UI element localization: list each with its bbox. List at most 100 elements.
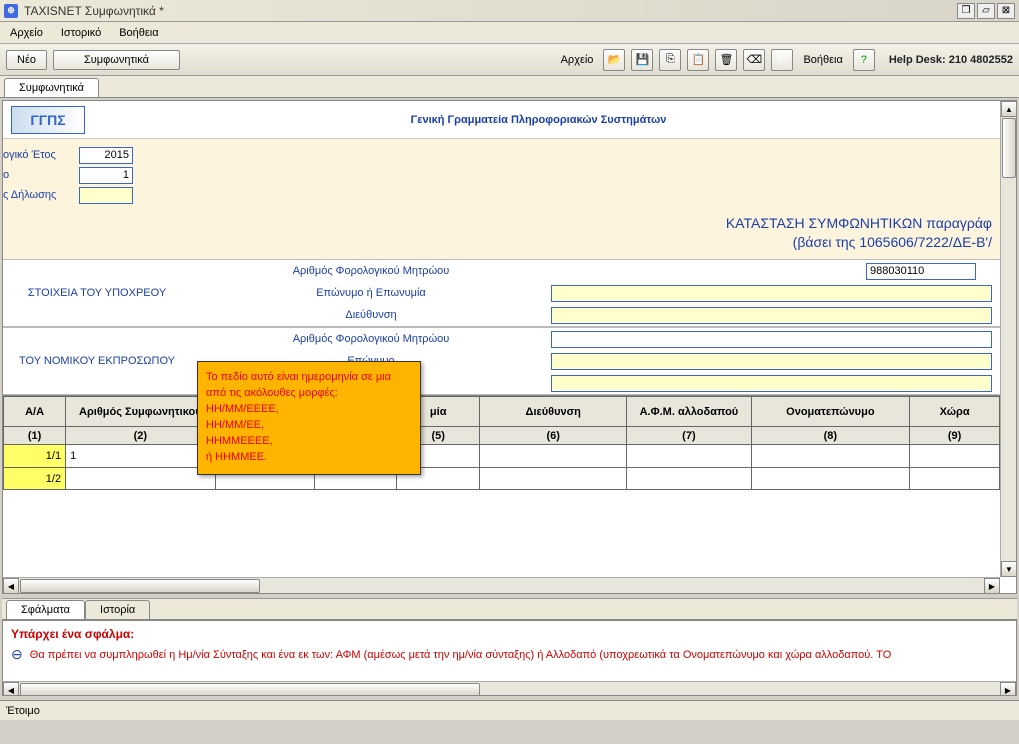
- open-icon[interactable]: 📂: [603, 49, 625, 71]
- delete-icon[interactable]: 🗑: [715, 49, 737, 71]
- addr-label: Διεύθυνση: [191, 309, 551, 321]
- year-label: ογικό Έτος: [3, 149, 79, 161]
- afm-label: Αριθμός Φορολογικού Μητρώου: [191, 265, 551, 277]
- scroll-down-icon[interactable]: ▼: [1001, 561, 1017, 577]
- menu-file[interactable]: Αρχείο: [6, 25, 47, 41]
- col-name: Ονοματεπώνυμο: [751, 397, 910, 427]
- copy-icon[interactable]: ⎘: [659, 49, 681, 71]
- year-input[interactable]: [79, 147, 133, 164]
- name-input[interactable]: [551, 285, 992, 302]
- coln-6: (6): [480, 427, 627, 445]
- col-aa: Α/Α: [4, 397, 66, 427]
- cancel-icon[interactable]: ⌫: [743, 49, 765, 71]
- section-representative: ΤΟΥ ΝΟΜΙΚΟΥ ΕΚΠΡΟΣΩΠΟΥ Αριθμός Φορολογικ…: [3, 327, 1000, 395]
- scroll-left-icon[interactable]: ◀: [3, 682, 19, 696]
- help-icon[interactable]: ?: [853, 49, 875, 71]
- decl-label: ς Δήλωσης: [3, 189, 79, 201]
- scroll-right-icon[interactable]: ▶: [984, 578, 1000, 594]
- scroll-thumb[interactable]: [20, 579, 260, 593]
- coln-9: (9): [910, 427, 1000, 445]
- header-band: ΓΓΠΣ Γενική Γραμματεία Πληροφοριακών Συσ…: [3, 101, 1000, 139]
- toolbar-file-label: Αρχείο: [561, 54, 594, 66]
- row-aa: 1/1: [4, 445, 66, 468]
- main-tabstrip: Συμφωνητικά: [0, 76, 1019, 98]
- rep-afm-label: Αριθμός Φορολογικού Μητρώου: [191, 333, 551, 345]
- scroll-right-icon[interactable]: ▶: [1000, 682, 1016, 696]
- col-afm: Α.Φ.Μ. αλλοδαπού: [627, 397, 751, 427]
- table-row[interactable]: 1/2: [4, 468, 1000, 490]
- coln-1: (1): [4, 427, 66, 445]
- form-band: ογικό Έτος ο ς Δήλωσης ΚΑΤΑΣΤΑΣΗ ΣΥΜΦΩΝΗ…: [3, 139, 1000, 259]
- menu-help[interactable]: Βοήθεια: [115, 25, 162, 41]
- menu-history[interactable]: Ιστορικό: [57, 25, 105, 41]
- error-row: ⊖ Θα πρέπει να συμπληρωθεί η Ημ/νία Σύντ…: [11, 645, 1008, 662]
- bottom-tabstrip: Σφάλματα Ιστορία: [2, 598, 1017, 620]
- app-icon: ⊕: [4, 4, 18, 18]
- rep-addr-input[interactable]: [551, 375, 992, 392]
- status-text: Έτοιμο: [6, 705, 40, 717]
- stop-icon[interactable]: ⏻: [771, 49, 793, 71]
- afm-input[interactable]: [866, 263, 976, 280]
- tab-history[interactable]: Ιστορία: [85, 600, 150, 619]
- status-bar: Έτοιμο: [0, 700, 1019, 720]
- errors-heading: Υπάρχει ένα σφάλμα:: [11, 627, 1008, 641]
- seq-input[interactable]: [79, 167, 133, 184]
- title-bar: ⊕ TAXISNET Συμφωνητικά * ❐ ▱ ⊠: [0, 0, 1019, 22]
- decl-input[interactable]: [79, 187, 133, 204]
- rep-label: ΤΟΥ ΝΟΜΙΚΟΥ ΕΚΠΡΟΣΩΠΟΥ: [3, 328, 191, 394]
- date-format-tooltip: Το πεδίο αυτό είναι ημερομηνία σε μια απ…: [197, 361, 421, 475]
- agreements-button[interactable]: Συμφωνητικά: [53, 50, 180, 70]
- col-addr: Διεύθυνση: [480, 397, 627, 427]
- bullet-icon: ⊖: [11, 646, 23, 663]
- table-row[interactable]: 1/1 1: [4, 445, 1000, 468]
- name-label: Επώνυμο ή Επωνυμία: [191, 287, 551, 299]
- window-title: TAXISNET Συμφωνητικά *: [24, 4, 957, 18]
- menu-bar: Αρχείο Ιστορικό Βοήθεια: [0, 22, 1019, 44]
- row-aa: 1/2: [4, 468, 66, 490]
- addr-input[interactable]: [551, 307, 992, 324]
- scroll-up-icon[interactable]: ▲: [1001, 101, 1017, 117]
- restore-down-icon[interactable]: ❐: [957, 3, 975, 19]
- col-country: Χώρα: [910, 397, 1000, 427]
- gsis-logo: ΓΓΠΣ: [11, 106, 85, 134]
- content-pane: ΓΓΠΣ Γενική Γραμματεία Πληροφοριακών Συσ…: [2, 100, 1017, 594]
- paste-icon[interactable]: 📋: [687, 49, 709, 71]
- helpdesk-label: Help Desk: 210 4802552: [889, 54, 1013, 66]
- toolbar-help-label: Βοήθεια: [803, 54, 842, 66]
- coln-7: (7): [627, 427, 751, 445]
- cell[interactable]: [910, 468, 1000, 490]
- maximize-icon[interactable]: ▱: [977, 3, 995, 19]
- save-icon[interactable]: 💾: [631, 49, 653, 71]
- coln-2: (2): [66, 427, 216, 445]
- rep-name-input[interactable]: [551, 353, 992, 370]
- scroll-thumb[interactable]: [20, 683, 480, 696]
- errors-hscroll[interactable]: ◀ ▶: [3, 681, 1016, 695]
- cell[interactable]: [627, 468, 751, 490]
- scroll-left-icon[interactable]: ◀: [3, 578, 19, 594]
- horizontal-scrollbar[interactable]: ◀ ▶: [3, 577, 1000, 593]
- tab-errors[interactable]: Σφάλματα: [6, 600, 85, 619]
- section-taxpayer: ΣΤΟΙΧΕΙΑ ΤΟΥ ΥΠΟΧΡΕΟΥ Αριθμός Φορολογικο…: [3, 259, 1000, 327]
- seq-label: ο: [3, 169, 79, 181]
- cell[interactable]: [480, 468, 627, 490]
- cell[interactable]: [751, 445, 910, 468]
- tab-agreements[interactable]: Συμφωνητικά: [4, 78, 99, 97]
- cell[interactable]: [627, 445, 751, 468]
- rep-afm-input[interactable]: [551, 331, 992, 348]
- katastasi-title: ΚΑΤΑΣΤΑΣΗ ΣΥΜΦΩΝΗΤΙΚΩΝ παραγράφ (βάσει τ…: [726, 214, 992, 253]
- scroll-thumb[interactable]: [1002, 118, 1016, 178]
- cell[interactable]: [910, 445, 1000, 468]
- new-button[interactable]: Νέο: [6, 50, 47, 70]
- cell[interactable]: [480, 445, 627, 468]
- coln-8: (8): [751, 427, 910, 445]
- data-grid: Α/Α Αριθμός Συμφωνητικού μία Διεύθυνση Α…: [3, 395, 1000, 490]
- taxpayer-label: ΣΤΟΙΧΕΙΑ ΤΟΥ ΥΠΟΧΡΕΟΥ: [3, 260, 191, 326]
- vertical-scrollbar[interactable]: ▲ ▼: [1000, 101, 1016, 577]
- close-window-icon[interactable]: ⊠: [997, 3, 1015, 19]
- cell[interactable]: [751, 468, 910, 490]
- toolbar: Νέο Συμφωνητικά Αρχείο 📂 💾 ⎘ 📋 🗑 ⌫ ⏻ Βοή…: [0, 44, 1019, 76]
- errors-pane: Υπάρχει ένα σφάλμα: ⊖ Θα πρέπει να συμπλ…: [2, 620, 1017, 696]
- cell[interactable]: [66, 468, 216, 490]
- org-title: Γενική Γραμματεία Πληροφοριακών Συστημάτ…: [85, 114, 992, 126]
- cell-num[interactable]: 1: [66, 445, 216, 468]
